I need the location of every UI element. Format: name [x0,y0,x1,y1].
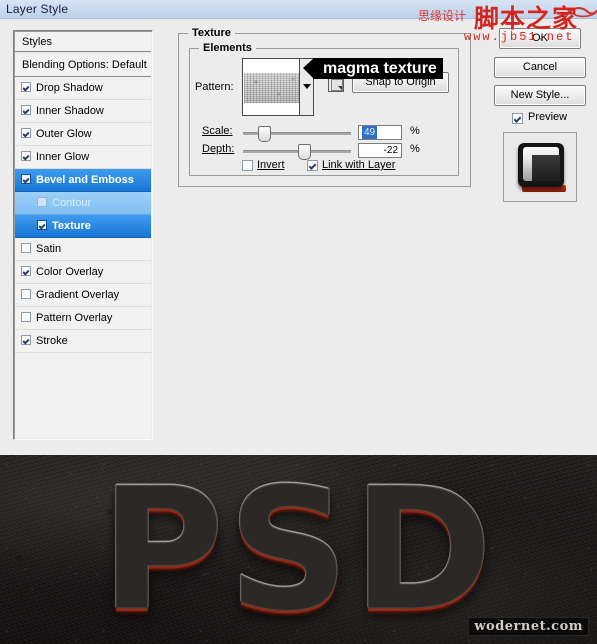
style-row-gradient-overlay[interactable]: Gradient Overlay [15,284,151,307]
psd-artwork-canvas: PSD wodernet.com [0,455,597,644]
depth-slider-thumb[interactable] [298,144,311,160]
link-with-layer-checkbox[interactable] [307,160,318,171]
screenshot-root: Layer Style Styles Blending Options: Def… [0,0,597,644]
checkbox-drop-shadow[interactable] [21,82,31,92]
style-row-contour[interactable]: Contour [15,192,151,215]
scale-unit: % [410,125,420,137]
checkbox-texture[interactable] [37,220,47,230]
depth-label: Depth: [202,143,235,155]
depth-input[interactable]: -22 [358,143,402,158]
style-row-bevel-and-emboss[interactable]: Bevel and Emboss [15,169,151,192]
style-row-label: Stroke [36,335,68,347]
scale-slider-thumb[interactable] [258,126,271,142]
style-row-label: Bevel and Emboss [36,174,134,186]
styles-header-label: Styles [22,36,52,48]
style-row-label: Color Overlay [36,266,104,278]
style-row-stroke[interactable]: Stroke [15,330,151,353]
cancel-button[interactable]: Cancel [494,57,586,78]
elements-group-legend: Elements [199,42,256,54]
texture-group: Texture Elements Pattern: Snap to Origin… [178,27,471,187]
checkbox-gradient-overlay[interactable] [21,289,31,299]
preview-checkbox[interactable] [512,113,523,124]
texture-group-legend: Texture [188,27,235,39]
style-row-pattern-overlay[interactable]: Pattern Overlay [15,307,151,330]
checkbox-satin[interactable] [21,243,31,253]
dialog-titlebar: Layer Style [0,0,597,19]
ok-button[interactable]: OK [499,28,581,49]
preview-inner [532,155,560,181]
style-row-inner-shadow[interactable]: Inner Shadow [15,100,151,123]
checkbox-color-overlay[interactable] [21,266,31,276]
styles-panel-header: Styles [15,32,151,52]
depth-slider-track[interactable] [243,150,351,153]
checkbox-inner-shadow[interactable] [21,105,31,115]
checkbox-bevel-and-emboss[interactable] [21,174,31,184]
style-row-label: Pattern Overlay [36,312,113,324]
preview-bevel [523,147,560,181]
layer-preview-thumbnail [503,132,577,202]
layer-style-dialog: Layer Style Styles Blending Options: Def… [0,0,597,455]
checkbox-stroke[interactable] [21,335,31,345]
link-with-layer-label: Link with Layer [322,159,396,171]
styles-panel: Styles Blending Options: Default Drop Sh… [13,30,153,440]
pattern-label: Pattern: [195,81,234,93]
scale-label: Scale: [202,125,233,137]
checkbox-inner-glow[interactable] [21,151,31,161]
style-row-label: Contour [52,197,92,209]
style-row-texture[interactable]: Texture [15,215,151,238]
checkbox-contour[interactable] [37,197,47,207]
callout-text: magma texture [323,60,437,77]
blending-options-label: Blending Options: Default [22,59,147,71]
style-row-label: Texture [52,220,91,232]
checkbox-outer-glow[interactable] [21,128,31,138]
pattern-swatch-icon [244,73,302,103]
style-row-outer-glow[interactable]: Outer Glow [15,123,151,146]
checkbox-pattern-overlay[interactable] [21,312,31,322]
preview-outer [518,143,564,187]
depth-unit: % [410,143,420,155]
style-row-inner-glow[interactable]: Inner Glow [15,146,151,169]
style-row-color-overlay[interactable]: Color Overlay [15,261,151,284]
bottom-watermark: wodernet.com [468,617,589,636]
preview-label: Preview [528,111,568,123]
scale-input[interactable]: 49 [358,125,402,140]
style-row-satin[interactable]: Satin [15,238,151,261]
style-row-label: Inner Shadow [36,105,104,117]
style-row-drop-shadow[interactable]: Drop Shadow [15,77,151,100]
new-style-button[interactable]: New Style... [494,85,586,106]
blending-options-row[interactable]: Blending Options: Default [15,54,151,77]
style-row-label: Gradient Overlay [36,289,120,301]
invert-label: Invert [257,159,285,171]
psd-artwork-text: PSD [100,455,497,644]
dialog-title: Layer Style [6,2,69,16]
style-row-label: Outer Glow [36,128,92,140]
invert-checkbox[interactable] [242,160,253,171]
style-row-label: Drop Shadow [36,82,103,94]
style-row-label: Satin [36,243,62,255]
styles-list[interactable]: Blending Options: Default Drop Shadow Inn… [15,54,151,438]
magma-texture-callout: magma texture [303,58,443,79]
style-row-label: Inner Glow [36,151,90,163]
scale-value: 49 [362,126,378,139]
